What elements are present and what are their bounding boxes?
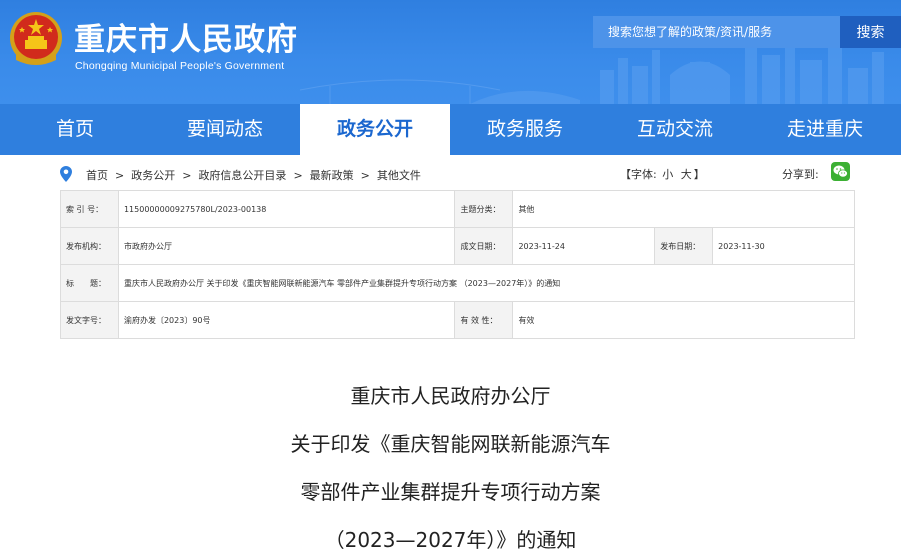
share-label: 分享到: <box>782 168 819 181</box>
article-title-line: （2023—2027年）》的通知 <box>324 528 577 552</box>
main-nav: 首页 要闻动态 政务公开 政务服务 互动交流 走进重庆 <box>0 104 901 155</box>
font-size-large-button[interactable]: 大 <box>681 168 692 181</box>
nav-item-gov-services[interactable]: 政务服务 <box>450 104 600 155</box>
meta-label-published: 发布日期： <box>654 227 714 265</box>
meta-value-created: 2023-11-24 <box>512 227 656 265</box>
table-row: 索 引 号： 11500000009275780L/2023-00138 主题分… <box>60 190 855 228</box>
meta-value-topic: 其他 <box>512 190 855 228</box>
font-size-small-button[interactable]: 小 <box>662 168 673 181</box>
search-input[interactable] <box>593 16 840 48</box>
breadcrumb-other-docs[interactable]: 其他文件 <box>377 169 421 182</box>
font-size-prefix: 【字体: <box>620 168 657 181</box>
wechat-icon[interactable] <box>831 162 850 181</box>
meta-value-published: 2023-11-30 <box>712 227 855 265</box>
breadcrumb-separator: > <box>115 169 125 182</box>
meta-label-docno: 发文字号： <box>60 301 119 339</box>
meta-value-index: 11500000009275780L/2023-00138 <box>117 190 456 228</box>
meta-value-docno: 渝府办发〔2023〕90号 <box>117 301 456 339</box>
table-row: 发布机构： 市政府办公厅 成文日期： 2023-11-24 发布日期： 2023… <box>60 227 855 265</box>
location-pin-icon <box>60 166 72 182</box>
article-title-line: 重庆市人民政府办公厅 <box>350 384 551 408</box>
breadcrumb: 首页 > 政务公开 > 政府信息公开目录 > 最新政策 > 其他文件 <box>86 167 421 183</box>
nav-item-interaction[interactable]: 互动交流 <box>600 104 750 155</box>
meta-label-agency: 发布机构： <box>60 227 119 265</box>
article-title-line: 关于印发《重庆智能网联新能源汽车 <box>290 432 611 456</box>
article-title: 重庆市人民政府办公厅 关于印发《重庆智能网联新能源汽车 零部件产业集群提升专项行… <box>0 372 901 556</box>
article-title-line: 零部件产业集群提升专项行动方案 <box>300 480 601 504</box>
site-header: 重庆市人民政府 Chongqing Municipal People's Gov… <box>0 0 901 104</box>
nav-item-about-chongqing[interactable]: 走进重庆 <box>750 104 900 155</box>
site-title[interactable]: 重庆市人民政府 <box>74 14 298 59</box>
breadcrumb-info-catalog[interactable]: 政府信息公开目录 <box>198 169 286 182</box>
search-button[interactable]: 搜索 <box>840 16 901 48</box>
nav-item-gov-affairs-open[interactable]: 政务公开 <box>300 104 450 155</box>
national-emblem-icon <box>10 12 62 65</box>
meta-value-agency: 市政府办公厅 <box>117 227 456 265</box>
table-row: 发文字号： 渝府办发〔2023〕90号 有 效 性： 有效 <box>60 301 855 339</box>
meta-value-title: 重庆市人民政府办公厅 关于印发《重庆智能网联新能源汽车 零部件产业集群提升专项行… <box>117 264 856 302</box>
breadcrumb-home[interactable]: 首页 <box>86 169 108 182</box>
meta-label-topic: 主题分类： <box>454 190 514 228</box>
meta-label-validity: 有 效 性： <box>454 301 514 339</box>
breadcrumb-separator: > <box>293 169 303 182</box>
site-subtitle: Chongqing Municipal People's Government <box>75 60 285 72</box>
breadcrumb-bar: 首页 > 政务公开 > 政府信息公开目录 > 最新政策 > 其他文件 【字体: 小 大】 分享到… <box>60 160 855 188</box>
meta-label-title: 标 题： <box>60 264 119 302</box>
meta-value-validity: 有效 <box>512 301 855 339</box>
table-row: 标 题： 重庆市人民政府办公厅 关于印发《重庆智能网联新能源汽车 零部件产业集群… <box>60 264 856 302</box>
document-meta-table: 索 引 号： 11500000009275780L/2023-00138 主题分… <box>60 190 856 339</box>
font-size-suffix: 】 <box>693 168 705 181</box>
meta-label-index: 索 引 号： <box>60 190 119 228</box>
nav-item-home[interactable]: 首页 <box>0 104 150 155</box>
meta-label-created: 成文日期： <box>454 227 514 265</box>
breadcrumb-separator: > <box>182 169 192 182</box>
nav-item-news[interactable]: 要闻动态 <box>150 104 300 155</box>
breadcrumb-latest-policy[interactable]: 最新政策 <box>310 169 354 182</box>
breadcrumb-separator: > <box>360 169 370 182</box>
font-size-control: 【字体: 小 大】 <box>620 166 705 182</box>
breadcrumb-gov-affairs-open[interactable]: 政务公开 <box>131 169 175 182</box>
